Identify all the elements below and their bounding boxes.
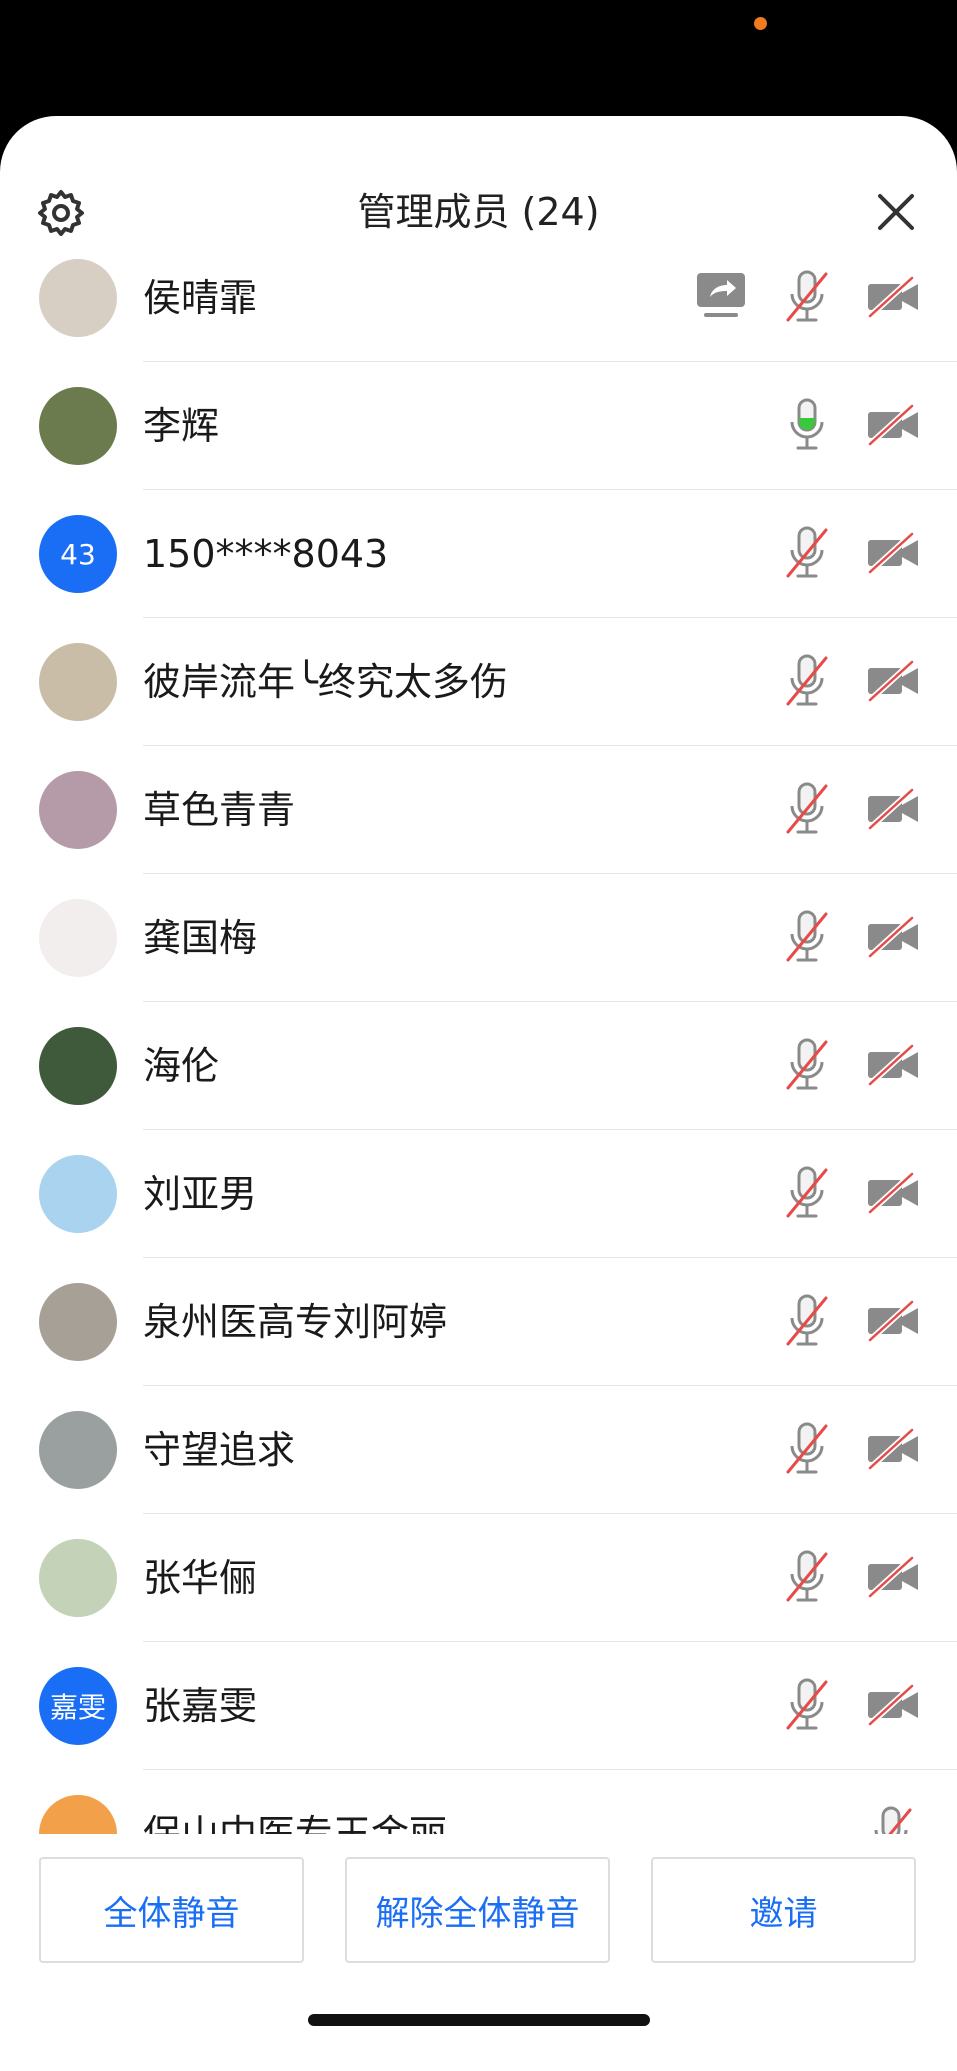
camera-off-icon[interactable] [866,1172,920,1214]
camera-off-icon[interactable] [866,1428,920,1470]
member-row[interactable]: 43 150****8043 [0,490,957,618]
member-row[interactable]: 保山中医专王金丽 [0,1770,957,1834]
member-row[interactable]: 守望追求 [0,1386,957,1514]
screen-share-icon[interactable] [696,270,746,320]
close-icon[interactable] [874,190,918,234]
camera-off-icon[interactable] [866,532,920,574]
invite-button[interactable]: 邀请 [651,1857,916,1963]
avatar-initials: 嘉雯 [49,1691,106,1724]
member-name: 泉州医高专刘阿婷 [143,1300,448,1344]
member-row[interactable]: 嘉雯 张嘉雯 [0,1642,957,1770]
avatar [39,1283,117,1361]
member-name: 彼岸流年╰终究太多伤 [143,660,508,704]
avatar [39,1155,117,1233]
member-row[interactable]: 草色青青 [0,746,957,874]
avatar-initials: 43 [60,537,96,571]
member-name: 海伦 [143,1044,220,1088]
member-name: 保山中医专王金丽 [143,1812,448,1834]
camera-off-icon[interactable] [866,404,920,446]
avatar [39,1539,117,1617]
sheet-header: 管理成员 (24) [0,116,957,256]
camera-off-icon[interactable] [866,1300,920,1342]
camera-off-icon[interactable] [866,276,920,318]
camera-off-icon[interactable] [866,660,920,702]
avatar [39,1795,117,1834]
member-row[interactable]: 龚国梅 [0,874,957,1002]
member-name: 150****8043 [143,532,389,576]
avatar [39,899,117,977]
member-name: 张华俪 [143,1556,258,1600]
member-name: 李辉 [143,404,220,448]
mic-muted-icon[interactable] [784,1548,830,1606]
avatar [39,259,117,337]
member-name: 守望追求 [143,1428,296,1472]
avatar [39,643,117,721]
camera-off-icon[interactable] [866,1556,920,1598]
mic-muted-icon[interactable] [784,1420,830,1478]
member-name: 侯晴霏 [143,276,258,320]
home-indicator [308,2014,650,2026]
mic-muted-icon[interactable] [784,1036,830,1094]
member-name: 刘亚男 [143,1172,258,1216]
avatar [39,1411,117,1489]
member-row[interactable]: 张华俪 [0,1514,957,1642]
mic-muted-icon[interactable] [784,524,830,582]
member-list[interactable]: 侯晴霏 李辉 43 150****8043 彼岸流年╰终究太多伤 草色青青 龚国… [0,253,957,1834]
member-row[interactable]: 李辉 [0,362,957,490]
mic-muted-icon[interactable] [784,908,830,966]
camera-off-icon[interactable] [866,1044,920,1086]
status-indicator-dot [754,17,767,30]
mic-muted-icon[interactable] [784,268,830,326]
camera-off-icon[interactable] [866,788,920,830]
member-row[interactable]: 彼岸流年╰终究太多伤 [0,618,957,746]
mic-muted-icon[interactable] [784,780,830,838]
avatar [39,1027,117,1105]
mic-muted-icon[interactable] [784,1676,830,1734]
mic-muted-icon[interactable] [784,1292,830,1350]
member-row[interactable]: 刘亚男 [0,1130,957,1258]
bottom-actions: 全体静音 解除全体静音 邀请 [0,1857,957,1965]
avatar: 嘉雯 [39,1667,117,1745]
mic-muted-icon[interactable] [784,1164,830,1222]
mute-all-button[interactable]: 全体静音 [39,1857,304,1963]
mic-muted-icon[interactable] [868,1804,914,1834]
mic-muted-icon[interactable] [784,652,830,710]
unmute-all-button[interactable]: 解除全体静音 [345,1857,610,1963]
avatar: 43 [39,515,117,593]
member-row[interactable]: 泉州医高专刘阿婷 [0,1258,957,1386]
camera-off-icon[interactable] [866,1684,920,1726]
member-name: 龚国梅 [143,916,258,960]
manage-members-sheet: 管理成员 (24) 侯晴霏 李辉 43 150****8043 彼岸流年╰终究太多… [0,116,957,2071]
avatar [39,771,117,849]
mic-active-icon[interactable] [784,396,830,454]
avatar [39,387,117,465]
member-row[interactable]: 侯晴霏 [0,253,957,362]
camera-off-icon[interactable] [866,916,920,958]
member-name: 草色青青 [143,788,296,832]
page-title: 管理成员 (24) [357,190,600,234]
member-row[interactable]: 海伦 [0,1002,957,1130]
member-name: 张嘉雯 [143,1684,258,1728]
